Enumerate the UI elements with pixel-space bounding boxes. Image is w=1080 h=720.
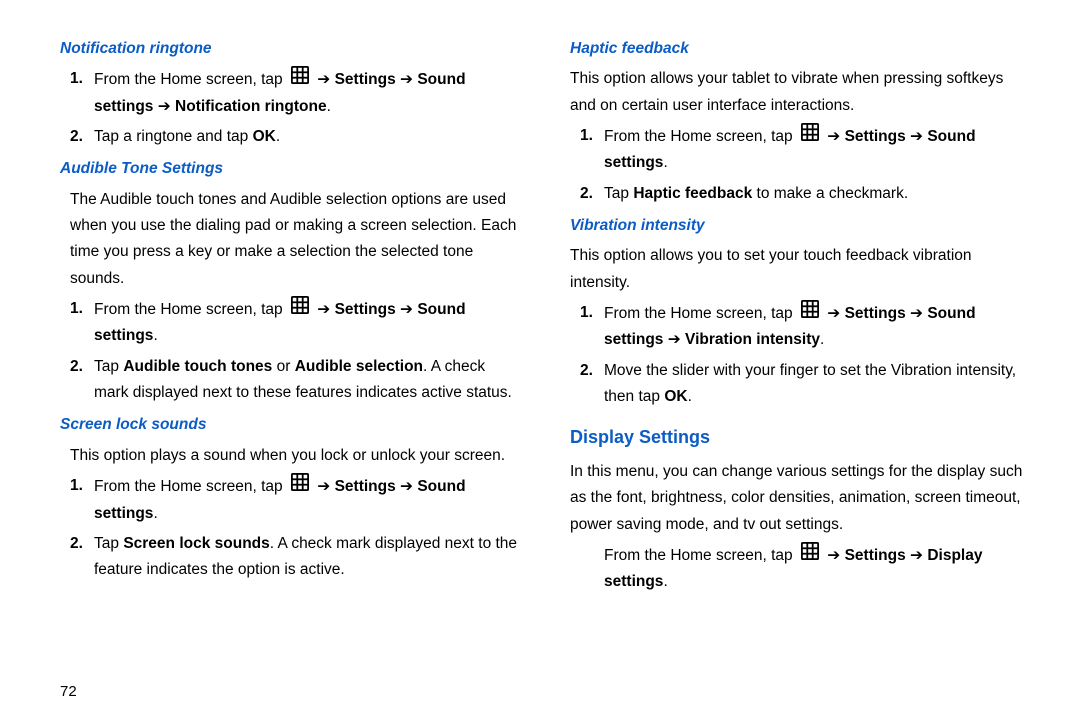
apps-grid-icon [291, 296, 309, 323]
step: Tap a ringtone and tap OK. [70, 124, 520, 150]
heading-notification-ringtone: Notification ringtone [60, 36, 520, 62]
heading-haptic: Haptic feedback [570, 36, 1030, 62]
step: From the Home screen, tap ➔ Settings ➔ S… [70, 296, 520, 350]
heading-display-settings: Display Settings [570, 422, 1030, 453]
intro-screen-lock: This option plays a sound when you lock … [70, 443, 520, 469]
step: Tap Screen lock sounds. A check mark dis… [70, 531, 520, 584]
steps-vibration: From the Home screen, tap ➔ Settings ➔ S… [580, 300, 1030, 410]
steps-haptic: From the Home screen, tap ➔ Settings ➔ S… [580, 123, 1030, 207]
heading-vibration: Vibration intensity [570, 213, 1030, 239]
step: Tap Haptic feedback to make a checkmark. [580, 181, 1030, 207]
step: From the Home screen, tap ➔ Settings ➔ S… [70, 473, 520, 527]
step: From the Home screen, tap ➔ Settings ➔ S… [580, 123, 1030, 177]
intro-display: In this menu, you can change various set… [570, 459, 1030, 538]
apps-grid-icon [801, 542, 819, 569]
apps-grid-icon [801, 123, 819, 150]
step: Move the slider with your finger to set … [580, 358, 1030, 411]
heading-audible-tone: Audible Tone Settings [60, 156, 520, 182]
apps-grid-icon [291, 473, 309, 500]
step-display: From the Home screen, tap ➔ Settings ➔ D… [604, 542, 1030, 596]
intro-haptic: This option allows your tablet to vibrat… [570, 66, 1030, 119]
apps-grid-icon [291, 66, 309, 93]
page-number: 72 [60, 683, 77, 700]
step: Tap Audible touch tones or Audible selec… [70, 354, 520, 407]
apps-grid-icon [801, 300, 819, 327]
heading-screen-lock: Screen lock sounds [60, 412, 520, 438]
steps-notification-ringtone: From the Home screen, tap ➔ Settings ➔ S… [70, 66, 520, 150]
steps-audible-tone: From the Home screen, tap ➔ Settings ➔ S… [70, 296, 520, 406]
steps-screen-lock: From the Home screen, tap ➔ Settings ➔ S… [70, 473, 520, 583]
intro-audible-tone: The Audible touch tones and Audible sele… [70, 187, 520, 292]
intro-vibration: This option allows you to set your touch… [570, 243, 1030, 296]
right-column: Haptic feedback This option allows your … [570, 30, 1030, 700]
left-column: Notification ringtone From the Home scre… [60, 30, 520, 700]
step: From the Home screen, tap ➔ Settings ➔ S… [580, 300, 1030, 354]
step: From the Home screen, tap ➔ Settings ➔ S… [70, 66, 520, 120]
